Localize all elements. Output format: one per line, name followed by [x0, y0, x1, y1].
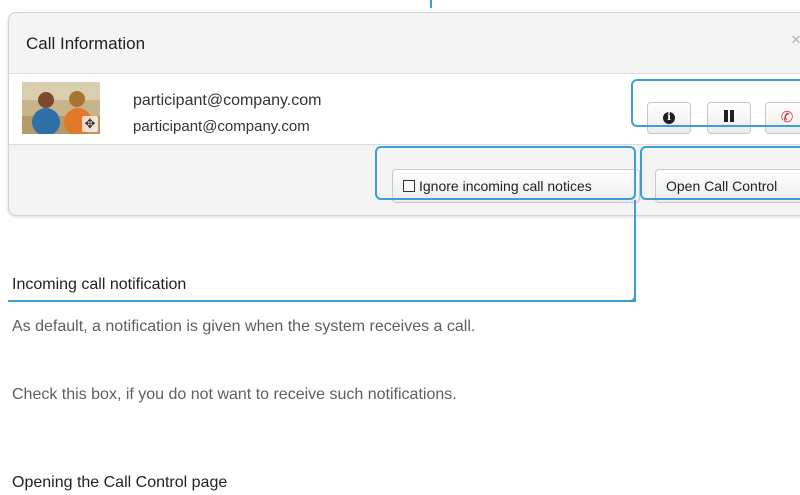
close-icon[interactable]: ×: [791, 30, 800, 50]
callout-connector-vertical: [634, 200, 636, 301]
participant-uri: participant@company.com: [133, 118, 310, 135]
highlight-open-call-control: [640, 146, 800, 200]
avatar: ✥: [22, 82, 100, 134]
callout-connector-top: [430, 0, 432, 8]
move-icon[interactable]: ✥: [82, 116, 98, 132]
dialog-header: Call Information ×: [9, 13, 800, 74]
participant-name: participant@company.com: [133, 92, 322, 109]
highlight-ignore-notices: [375, 146, 636, 200]
dialog-title: Call Information: [26, 34, 146, 53]
page: Call Information × ✥ participant@company…: [0, 0, 800, 495]
paragraph-check-box: Check this box, if you do not want to re…: [12, 386, 457, 403]
paragraph-default-notification: As default, a notification is given when…: [12, 318, 476, 335]
callout-connector-horizontal: [8, 300, 636, 302]
highlight-call-controls: [631, 79, 800, 127]
heading-opening-call-control: Opening the Call Control page: [12, 474, 228, 491]
heading-incoming-call-notification: Incoming call notification: [12, 276, 187, 293]
